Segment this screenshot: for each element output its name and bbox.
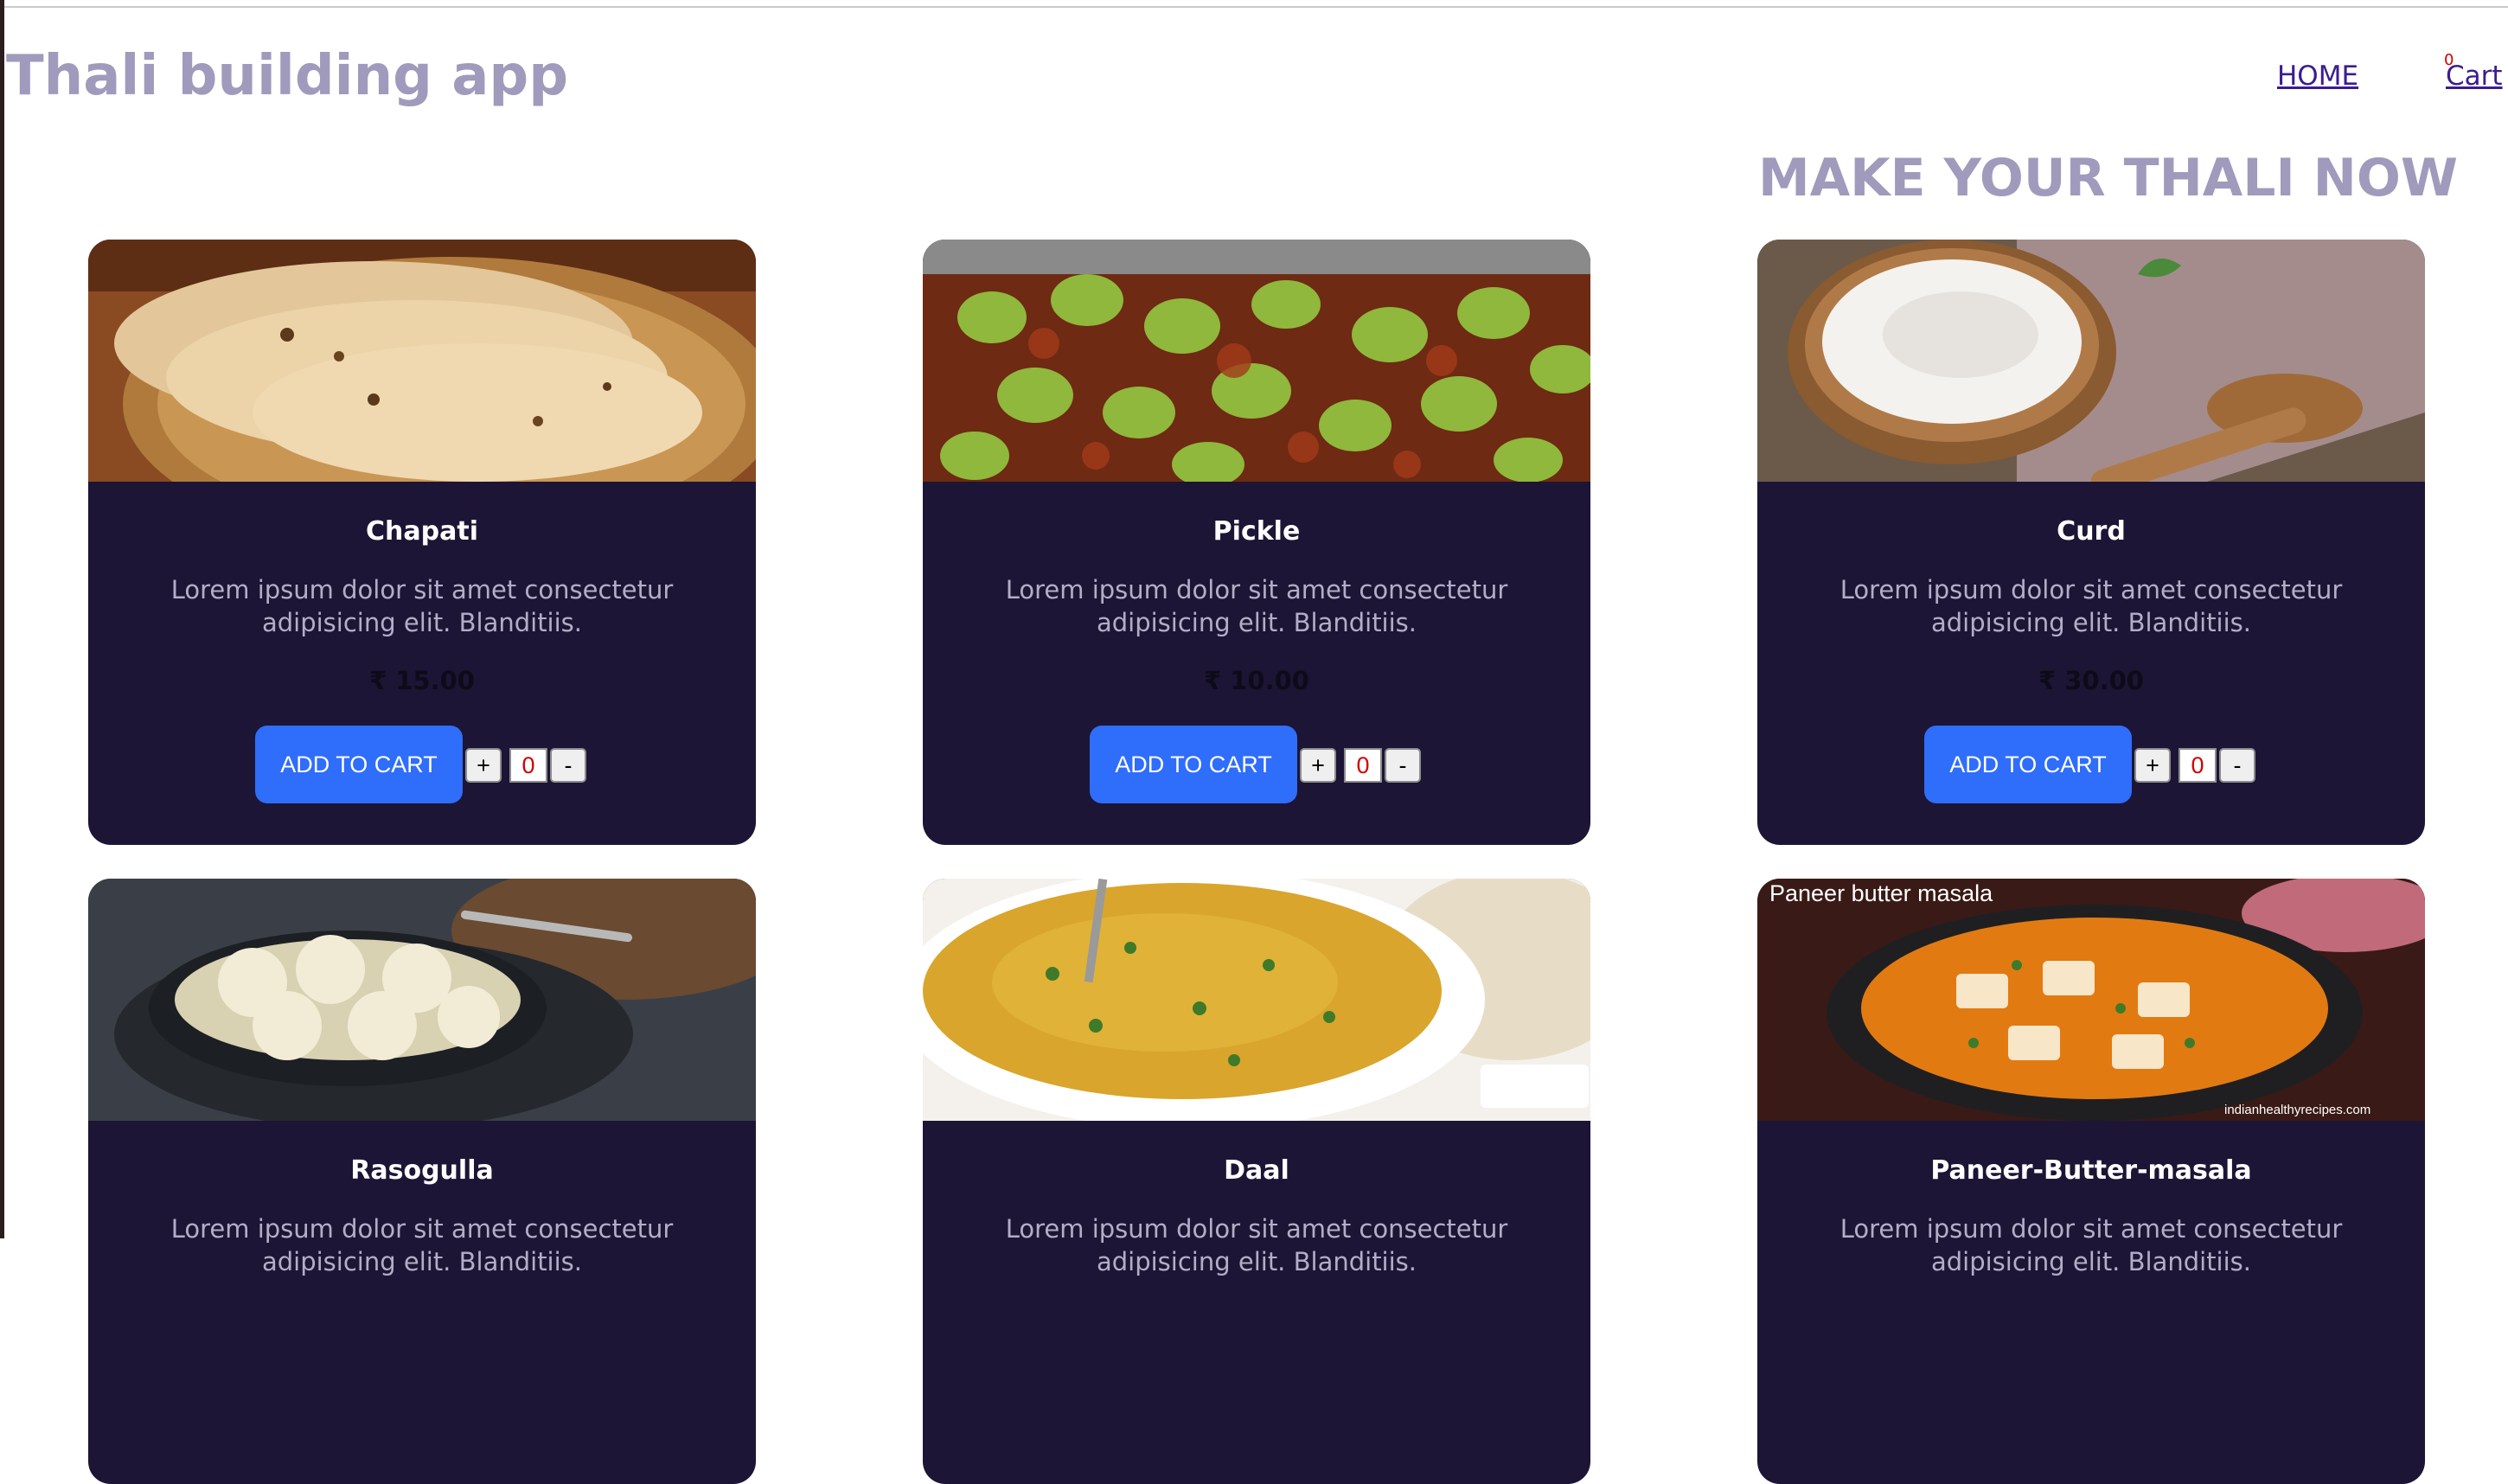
- food-name: Paneer-Butter-masala: [1930, 1155, 2252, 1186]
- daal-photo: [923, 879, 1590, 1121]
- increment-button[interactable]: +: [1300, 748, 1336, 783]
- food-price: ₹ 10.00: [1203, 666, 1309, 695]
- food-name: Daal: [1224, 1155, 1289, 1186]
- paneer-butter-masala-photo: Paneer butter masala indianhealthyrecipe…: [1757, 879, 2425, 1121]
- photo-credit: indianhealthyrecipes.com: [2224, 1103, 2370, 1117]
- chapati-photo: [88, 240, 756, 482]
- decrement-button[interactable]: -: [550, 748, 586, 783]
- food-description: Lorem ipsum dolor sit amet consectetur a…: [170, 575, 674, 637]
- food-description: Lorem ipsum dolor sit amet consectetur a…: [1005, 575, 1508, 637]
- add-to-cart-button[interactable]: ADD TO CART: [255, 726, 463, 803]
- decrement-button[interactable]: -: [1385, 748, 1421, 783]
- quantity-field[interactable]: [509, 748, 547, 783]
- curd-photo: [1757, 240, 2425, 482]
- food-description: Lorem ipsum dolor sit amet consectetur a…: [1839, 1214, 2343, 1276]
- pickle-photo: [923, 240, 1590, 482]
- photo-caption: Paneer butter masala: [1769, 880, 1993, 906]
- food-card-curd: Curd Lorem ipsum dolor sit amet consecte…: [1757, 240, 2425, 845]
- food-description: Lorem ipsum dolor sit amet consectetur a…: [1005, 1214, 1508, 1276]
- cart-controls: ADD TO CART + -: [88, 726, 756, 803]
- food-name: Curd: [2057, 516, 2126, 547]
- food-description: Lorem ipsum dolor sit amet consectetur a…: [1839, 575, 2343, 637]
- food-price: ₹ 30.00: [2038, 666, 2144, 695]
- cart-controls: ADD TO CART + -: [1757, 726, 2425, 803]
- food-name: Chapati: [366, 516, 478, 547]
- quantity-field[interactable]: [1344, 748, 1382, 783]
- add-to-cart-button[interactable]: ADD TO CART: [1090, 726, 1297, 803]
- cart-controls: ADD TO CART + -: [923, 726, 1590, 803]
- food-card-paneer-butter-masala: Paneer butter masala indianhealthyrecipe…: [1757, 879, 2425, 1484]
- food-name: Rasogulla: [350, 1155, 494, 1186]
- food-grid: Chapati Lorem ipsum dolor sit amet conse…: [0, 0, 2508, 1484]
- food-card-chapati: Chapati Lorem ipsum dolor sit amet conse…: [88, 240, 756, 845]
- food-price: ₹ 15.00: [368, 666, 475, 695]
- food-card-pickle: Pickle Lorem ipsum dolor sit amet consec…: [923, 240, 1590, 845]
- food-card-rasogulla: Rasogulla Lorem ipsum dolor sit amet con…: [88, 879, 756, 1484]
- increment-button[interactable]: +: [2134, 748, 2171, 783]
- food-description: Lorem ipsum dolor sit amet consectetur a…: [170, 1214, 674, 1276]
- add-to-cart-button[interactable]: ADD TO CART: [1924, 726, 2132, 803]
- quantity-field[interactable]: [2179, 748, 2217, 783]
- food-name: Pickle: [1212, 516, 1301, 547]
- increment-button[interactable]: +: [465, 748, 502, 783]
- food-card-daal: Daal Lorem ipsum dolor sit amet consecte…: [923, 879, 1590, 1484]
- rasogulla-photo: [88, 879, 756, 1121]
- decrement-button[interactable]: -: [2219, 748, 2255, 783]
